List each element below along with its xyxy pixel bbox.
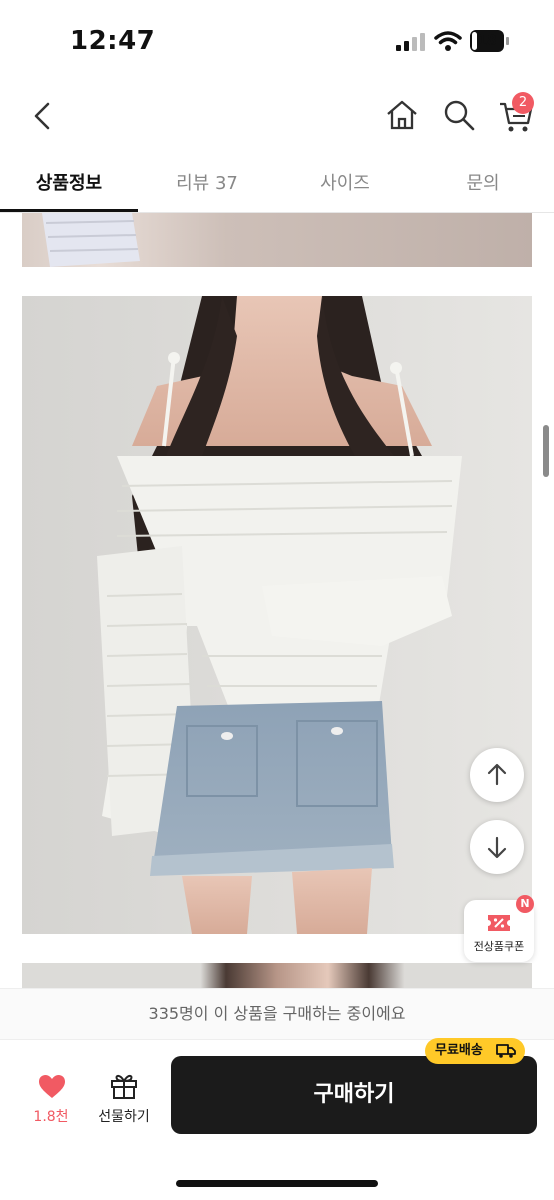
scroll-up-button[interactable] bbox=[470, 748, 524, 802]
tab-inquiry[interactable]: 문의 bbox=[418, 169, 548, 195]
product-image-2 bbox=[22, 296, 532, 934]
cart-count-badge: 2 bbox=[512, 92, 534, 114]
search-icon[interactable] bbox=[440, 96, 478, 134]
gift-label: 선물하기 bbox=[98, 1109, 150, 1125]
tab-product-info[interactable]: 상품정보 bbox=[4, 169, 134, 195]
like-button[interactable]: 1.8천 bbox=[22, 1068, 80, 1128]
signal-icon bbox=[396, 33, 426, 51]
tab-size[interactable]: 사이즈 bbox=[280, 169, 410, 195]
battery-icon: 18 bbox=[470, 30, 504, 52]
top-nav bbox=[0, 86, 554, 146]
free-shipping-label: 무료배송 bbox=[435, 1043, 483, 1058]
scroll-down-button[interactable] bbox=[470, 820, 524, 874]
tab-reviews[interactable]: 리뷰 37 bbox=[142, 169, 272, 195]
arrow-down-icon bbox=[487, 836, 507, 859]
active-tab-indicator bbox=[0, 209, 138, 212]
home-icon[interactable] bbox=[383, 96, 421, 134]
heart-icon bbox=[39, 1075, 65, 1098]
product-image-1 bbox=[22, 213, 532, 267]
status-bar: 12:47 18 bbox=[0, 0, 554, 80]
like-count: 1.8천 bbox=[33, 1109, 69, 1125]
scrollbar-thumb[interactable] bbox=[543, 425, 549, 477]
arrow-up-icon bbox=[487, 763, 507, 786]
back-icon[interactable] bbox=[24, 96, 64, 136]
battery-level: 18 bbox=[477, 33, 497, 49]
buy-button[interactable]: 구매하기 bbox=[171, 1056, 537, 1134]
bottom-purchase-bar: 335명이 이 상품을 구매하는 중이에요 1.8천 선물하기 구매하기 무료배… bbox=[0, 988, 554, 1200]
coupon-label: 전상품쿠폰 bbox=[473, 940, 525, 953]
tab-bar: 상품정보 리뷰 37 사이즈 문의 bbox=[0, 155, 554, 213]
gift-button[interactable]: 선물하기 bbox=[90, 1068, 158, 1128]
free-shipping-badge: 무료배송 bbox=[425, 1038, 525, 1064]
truck-icon bbox=[496, 1044, 516, 1058]
home-indicator[interactable] bbox=[176, 1180, 378, 1187]
gift-icon bbox=[111, 1074, 137, 1099]
wifi-icon bbox=[434, 31, 462, 51]
new-badge: N bbox=[516, 895, 534, 913]
status-time: 12:47 bbox=[70, 26, 156, 56]
coupon-icon bbox=[488, 915, 510, 931]
buyers-count-text: 335명이 이 상품을 구매하는 중이에요 bbox=[0, 988, 554, 1040]
